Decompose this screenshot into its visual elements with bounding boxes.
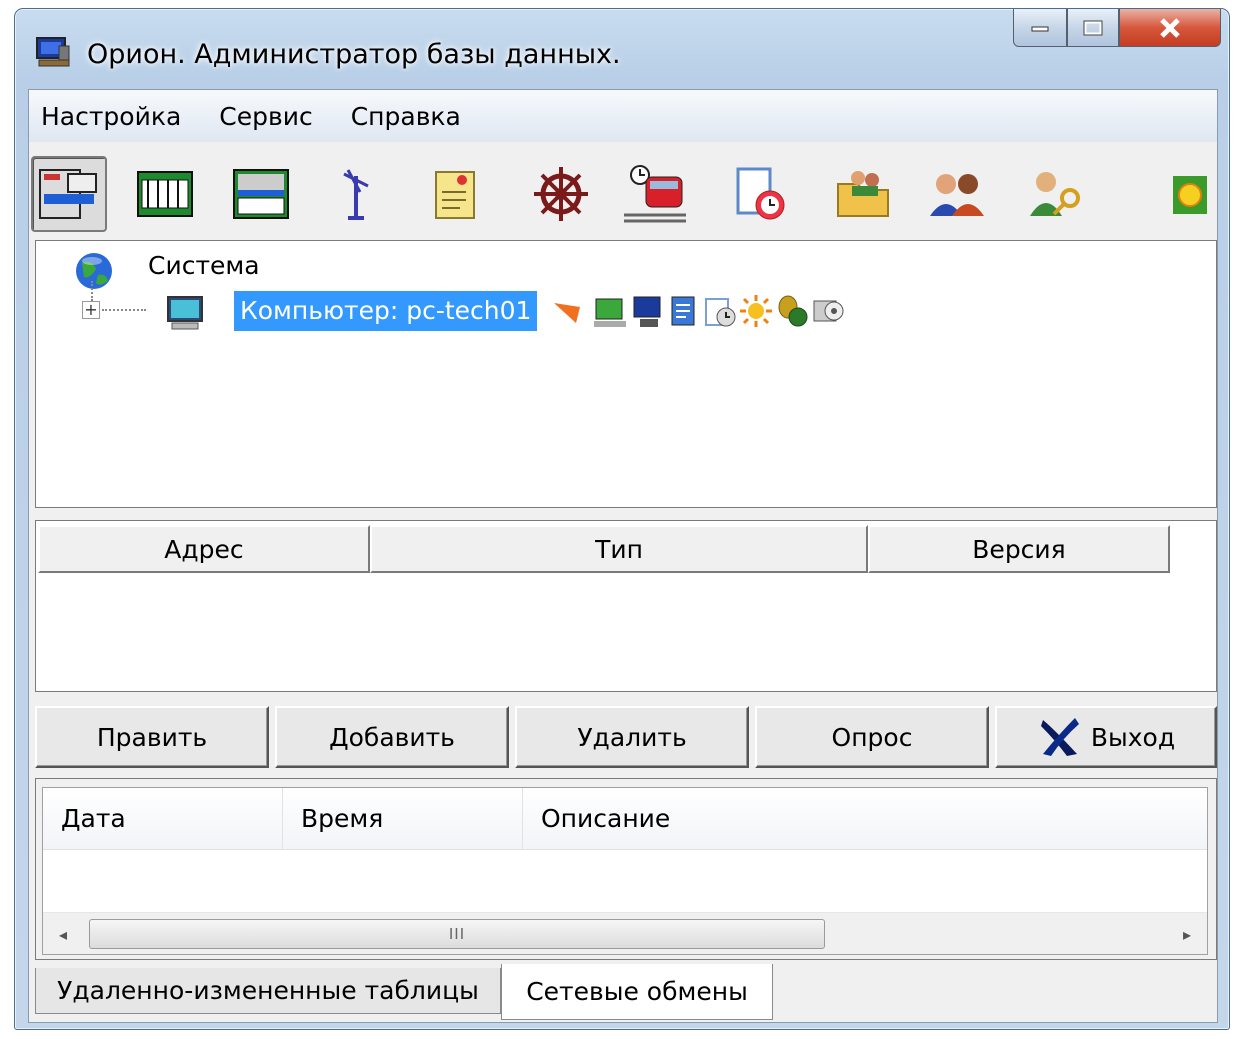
coins-icon — [778, 295, 808, 327]
minimize-icon — [1031, 26, 1049, 31]
sun-icon — [740, 295, 772, 327]
minimize-button[interactable] — [1013, 9, 1067, 47]
clock-document-icon — [736, 167, 785, 220]
scroll-right-button[interactable]: ▸ — [1167, 913, 1207, 955]
toolbar-devices-button[interactable] — [31, 156, 107, 232]
device-block-icon — [233, 169, 289, 219]
tree-root-label[interactable]: Система — [148, 251, 260, 280]
tab-network-exchanges[interactable]: Сетевые обмены — [501, 964, 773, 1020]
add-button[interactable]: Добавить — [275, 706, 509, 768]
globe-icon — [76, 253, 112, 289]
tree-line — [102, 309, 146, 311]
client-area: Настройка Сервис Справка Система + Компь… — [28, 89, 1218, 1023]
app-icon — [36, 37, 70, 67]
toolbar-user-key-button[interactable] — [1017, 156, 1093, 232]
devices-icon — [39, 169, 97, 219]
toolbar-users-folder-button[interactable] — [825, 156, 901, 232]
tree-expand-button[interactable]: + — [82, 301, 100, 319]
bottom-tabs: Удаленно-измененные таблицы Сетевые обме… — [35, 964, 1217, 1020]
toolbar-antenna-button[interactable] — [319, 156, 395, 232]
system-tree[interactable]: Система + Компьютер: pc-tech01 — [35, 240, 1217, 508]
users-folder-icon — [837, 171, 889, 217]
edit-button[interactable]: Править — [35, 706, 269, 768]
toolbar-clock-document-button[interactable] — [723, 156, 799, 232]
main-window: Орион. Администратор базы данных. Настро… — [14, 8, 1230, 1030]
toolbar-ship-wheel-button[interactable] — [523, 156, 599, 232]
toolbar-users-group-button[interactable] — [919, 156, 995, 232]
computer-green-icon — [594, 298, 626, 327]
toolbar-sun-square-button[interactable] — [1159, 156, 1219, 232]
user-key-icon — [1030, 172, 1080, 216]
delete-button[interactable]: Удалить — [515, 706, 749, 768]
menu-service[interactable]: Сервис — [219, 100, 312, 133]
grid-header-type[interactable]: Тип — [370, 525, 868, 573]
maximize-icon — [1083, 20, 1103, 35]
scroll-thumb[interactable]: III — [89, 919, 825, 949]
maximize-button[interactable] — [1067, 9, 1119, 47]
tree-node-computer[interactable]: Компьютер: pc-tech01 — [234, 291, 538, 331]
users-group-icon — [930, 174, 984, 216]
grid-header-address[interactable]: Адрес — [38, 525, 370, 573]
log-panel: Дата Время Описание ◂ III ▸ — [35, 778, 1217, 960]
log-header-time[interactable]: Время — [283, 788, 523, 850]
time-page-icon — [705, 298, 736, 327]
menu-help[interactable]: Справка — [351, 100, 461, 133]
toolbar-train-schedule-button[interactable] — [617, 156, 693, 232]
close-button[interactable] — [1119, 9, 1221, 47]
window-title: Орион. Администратор базы данных. — [87, 39, 621, 70]
close-icon — [1160, 17, 1180, 38]
horizontal-scrollbar[interactable]: ◂ III ▸ — [43, 912, 1207, 954]
sun-square-icon — [1173, 176, 1207, 214]
tree-line — [91, 281, 93, 301]
computer-icon — [167, 296, 203, 330]
grid-header-version[interactable]: Версия — [868, 525, 1170, 573]
action-buttons: Править Добавить Удалить Опрос Выход — [29, 702, 1217, 770]
menu-bar: Настройка Сервис Справка — [29, 90, 1217, 142]
toolbar — [29, 144, 1217, 238]
document-icon — [671, 296, 695, 326]
tab-remote-changed-tables[interactable]: Удаленно-измененные таблицы — [35, 968, 501, 1014]
disk-icon — [813, 300, 844, 322]
exit-button-label: Выход — [1090, 722, 1176, 752]
menu-settings[interactable]: Настройка — [41, 100, 181, 133]
arrow-icon — [554, 303, 580, 323]
notepad-icon — [435, 171, 475, 219]
log-header-description[interactable]: Описание — [523, 788, 1209, 850]
exit-button[interactable]: Выход — [995, 706, 1217, 768]
controller-icon — [137, 171, 193, 217]
log-list[interactable]: Дата Время Описание ◂ III ▸ — [42, 787, 1208, 955]
poll-button[interactable]: Опрос — [755, 706, 989, 768]
device-grid[interactable]: Адрес Тип Версия — [35, 520, 1217, 692]
toolbar-controller-button[interactable] — [127, 156, 203, 232]
toolbar-device-block-button[interactable] — [223, 156, 299, 232]
train-schedule-icon — [624, 165, 686, 223]
monitor-icon — [633, 296, 661, 327]
log-list-header: Дата Время Описание — [43, 788, 1207, 850]
antenna-icon — [343, 169, 369, 220]
toolbar-notepad-button[interactable] — [415, 156, 491, 232]
log-header-date[interactable]: Дата — [43, 788, 283, 850]
exit-x-icon — [1040, 718, 1079, 756]
window-controls — [1013, 9, 1221, 47]
scroll-left-button[interactable]: ◂ — [43, 913, 83, 955]
title-bar[interactable]: Орион. Администратор базы данных. — [15, 9, 1229, 85]
ship-wheel-icon — [534, 167, 588, 221]
